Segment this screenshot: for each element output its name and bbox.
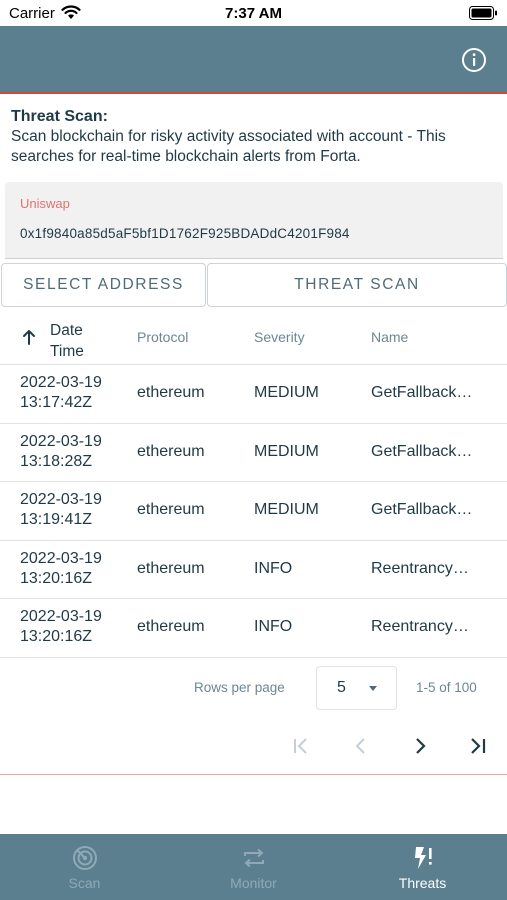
cell-severity: MEDIUM xyxy=(254,384,319,401)
column-header-severity[interactable]: Severity xyxy=(254,329,305,345)
rows-per-page-label: Rows per page xyxy=(194,680,285,695)
intro-section: Threat Scan: Scan blockchain for risky a… xyxy=(11,107,501,167)
pagination-range: 1-5 of 100 xyxy=(416,680,477,695)
table-header: Date Time Protocol Severity Name xyxy=(0,310,507,365)
clock: 7:37 AM xyxy=(225,5,282,22)
threats-table: Date Time Protocol Severity Name 2022-03… xyxy=(0,310,507,658)
address-value: 0x1f9840a85d5aF5bf1D1762F925BDADdC4201F9… xyxy=(20,226,350,241)
bolt-alert-icon xyxy=(415,847,432,869)
cell-protocol: ethereum xyxy=(137,501,205,519)
previous-page-icon[interactable] xyxy=(349,736,373,756)
tab-threats-label: Threats xyxy=(398,875,447,891)
battery-icon xyxy=(469,6,497,20)
sort-ascending-icon[interactable] xyxy=(22,329,36,345)
tab-scan[interactable]: Scan xyxy=(0,834,169,900)
repeat-icon xyxy=(244,848,264,868)
cell-date: 2022-03-19 xyxy=(20,549,102,567)
next-page-icon[interactable] xyxy=(408,736,432,756)
cell-name: Reentrancy… xyxy=(371,559,469,577)
table-row[interactable]: 2022-03-19 13:20:16Z ethereum INFO Reent… xyxy=(0,541,507,600)
cell-date: 2022-03-19 xyxy=(20,608,102,626)
cell-severity: MEDIUM xyxy=(254,501,319,519)
cell-severity: INFO xyxy=(254,618,293,636)
cell-time: 13:17:42Z xyxy=(20,394,93,411)
select-address-button[interactable]: SELECT ADDRESS xyxy=(1,263,206,307)
section-divider xyxy=(0,774,507,775)
cell-protocol: ethereum xyxy=(137,559,205,577)
cell-datetime: 2022-03-19 13:18:28Z xyxy=(20,432,130,472)
cell-severity: MEDIUM xyxy=(254,442,319,460)
bottom-tab-bar: Scan Monitor Threats xyxy=(0,834,507,900)
tab-threats[interactable]: Threats xyxy=(338,834,507,900)
cell-date: 2022-03-19 xyxy=(20,432,102,450)
cell-date: 2022-03-19 xyxy=(20,374,102,391)
column-header-date-line2: Time xyxy=(50,343,84,360)
rows-per-page-value: 5 xyxy=(337,679,346,696)
caret-down-icon xyxy=(369,686,377,691)
address-field[interactable]: Uniswap 0x1f9840a85d5aF5bf1D1762F925BDAD… xyxy=(5,182,503,259)
table-row[interactable]: 2022-03-19 13:19:41Z ethereum MEDIUM Get… xyxy=(0,482,507,541)
cell-protocol: ethereum xyxy=(137,618,205,636)
tab-monitor-label: Monitor xyxy=(230,875,277,891)
table-row[interactable]: 2022-03-19 13:17:42Z ethereum MEDIUM Get… xyxy=(0,365,507,424)
column-header-date[interactable]: Date Time xyxy=(50,320,84,362)
address-label: Uniswap xyxy=(20,196,70,211)
cell-time: 13:19:41Z xyxy=(20,511,93,529)
cell-severity: INFO xyxy=(254,559,293,577)
column-header-date-line1: Date xyxy=(50,322,83,339)
threat-scan-button[interactable]: THREAT SCAN xyxy=(207,263,507,307)
cell-protocol: ethereum xyxy=(137,384,205,401)
cell-protocol: ethereum xyxy=(137,442,205,460)
cell-datetime: 2022-03-19 13:20:16Z xyxy=(20,549,130,589)
cell-datetime: 2022-03-19 13:19:41Z xyxy=(20,490,130,530)
cell-time: 13:20:16Z xyxy=(20,628,93,646)
first-page-icon[interactable] xyxy=(290,736,314,756)
column-header-protocol[interactable]: Protocol xyxy=(137,329,188,345)
column-header-name[interactable]: Name xyxy=(371,329,408,345)
cell-name: GetFallback… xyxy=(371,501,473,519)
radar-icon xyxy=(73,846,97,870)
tab-scan-label: Scan xyxy=(68,875,101,891)
table-row[interactable]: 2022-03-19 13:20:16Z ethereum INFO Reent… xyxy=(0,599,507,658)
action-buttons: SELECT ADDRESS THREAT SCAN xyxy=(0,263,507,307)
cell-datetime: 2022-03-19 13:17:42Z xyxy=(20,373,130,413)
page-title: Threat Scan: xyxy=(11,108,108,125)
rows-per-page-select[interactable]: 5 xyxy=(316,666,397,710)
cell-datetime: 2022-03-19 13:20:16Z xyxy=(20,607,130,647)
cell-time: 13:18:28Z xyxy=(20,452,93,470)
cell-name: GetFallback… xyxy=(371,384,473,401)
cell-date: 2022-03-19 xyxy=(20,491,102,509)
cell-name: GetFallback… xyxy=(371,442,473,460)
info-icon[interactable] xyxy=(461,47,487,73)
tab-monitor[interactable]: Monitor xyxy=(169,834,338,900)
cell-time: 13:20:16Z xyxy=(20,569,93,587)
last-page-icon[interactable] xyxy=(467,736,491,756)
status-bar: Carrier 7:37 AM xyxy=(0,0,507,26)
cell-name: Reentrancy… xyxy=(371,618,469,636)
table-row[interactable]: 2022-03-19 13:18:28Z ethereum MEDIUM Get… xyxy=(0,424,507,483)
app-header xyxy=(0,26,507,94)
page-description: Scan blockchain for risky activity assoc… xyxy=(11,128,446,165)
